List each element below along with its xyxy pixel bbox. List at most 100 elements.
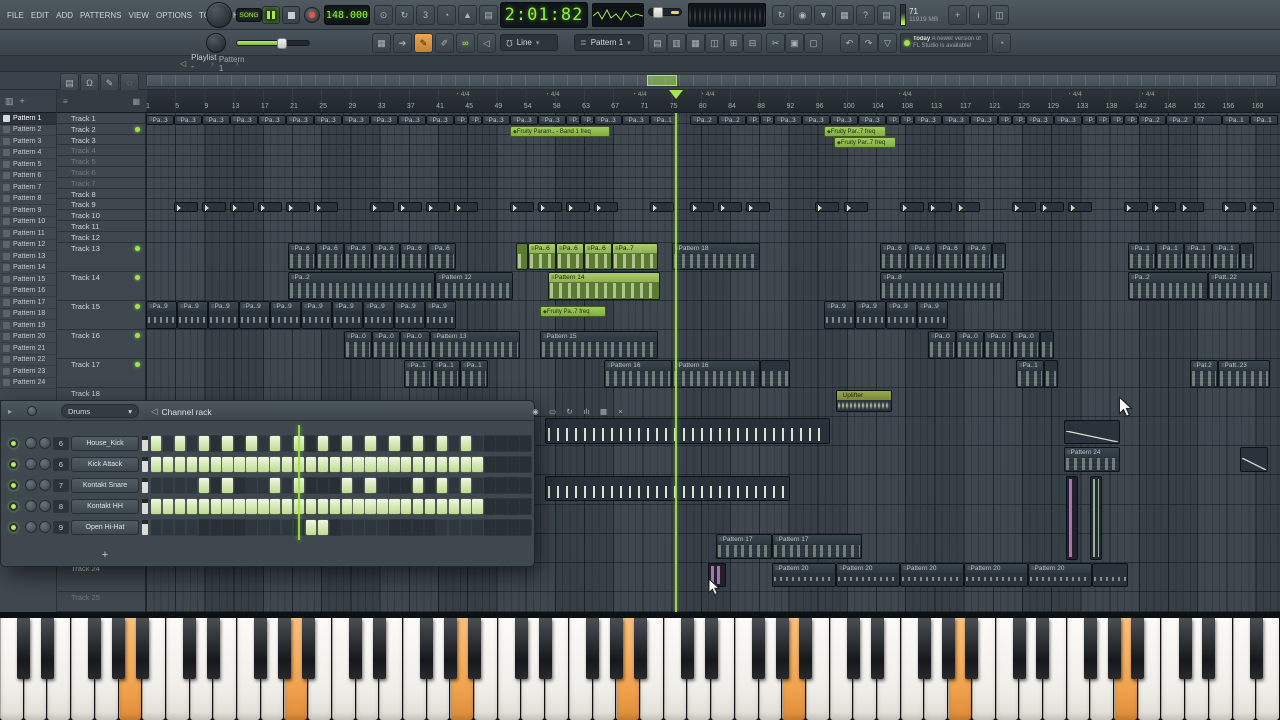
step-cell[interactable] <box>520 436 531 451</box>
playlist-clip[interactable]: Pa..1 <box>1222 115 1250 125</box>
piano-black-key[interactable] <box>467 618 481 679</box>
playlist-clip[interactable]: Pattern 15 <box>540 331 658 359</box>
tools-icon[interactable]: ▤ <box>877 5 896 25</box>
step-cell[interactable] <box>174 478 186 493</box>
playlist-clip[interactable]: Pattern 14 <box>548 272 660 300</box>
track-row[interactable]: Track 15 <box>57 301 145 330</box>
playlist-clip[interactable] <box>1040 331 1054 359</box>
piano-black-key[interactable] <box>538 618 552 679</box>
playhead-line[interactable] <box>675 113 677 612</box>
playlist-clip[interactable]: Pa..0 <box>372 331 400 359</box>
step-cell[interactable] <box>198 457 210 472</box>
pattern-item[interactable]: Pattern 7 <box>0 182 56 194</box>
playlist-clip[interactable]: Pattern 20 <box>964 563 1028 587</box>
step-cell[interactable] <box>377 436 388 451</box>
playlist-clip[interactable]: P.1 <box>1096 115 1110 125</box>
undo-icon[interactable]: ↶ <box>840 33 859 53</box>
step-cell[interactable] <box>401 499 412 514</box>
step-cell[interactable] <box>472 520 483 535</box>
playlist-clip[interactable]: Pa..3 <box>1026 115 1054 125</box>
channel-button[interactable]: Kontakt HH <box>71 499 139 514</box>
playlist-clip[interactable] <box>1250 202 1274 212</box>
channel-button[interactable]: House_Kick <box>71 436 139 451</box>
playlist-clip[interactable]: Pa..3 <box>970 115 998 125</box>
playlist-clip[interactable]: Pa..3 <box>174 115 202 125</box>
close-icon[interactable]: × <box>613 404 628 418</box>
playlist-clip[interactable]: Pa..1 <box>460 360 488 388</box>
step-cell[interactable] <box>365 499 376 514</box>
playlist-clip[interactable]: Patt..22 <box>1208 272 1272 300</box>
step-cell[interactable] <box>174 520 186 535</box>
track-mute-led[interactable] <box>135 332 140 338</box>
playlist-clip[interactable]: P.1 <box>468 115 482 125</box>
playlist-clip[interactable]: Pa..6 <box>584 243 612 270</box>
channel-enable-led[interactable] <box>9 502 18 511</box>
playlist-clip[interactable]: Pa..3 <box>370 115 398 125</box>
step-cell[interactable] <box>210 478 221 493</box>
pattern-item[interactable]: Pattern 2 <box>0 125 56 136</box>
pattern-item[interactable]: Pattern 1 <box>0 113 56 125</box>
playlist-clip[interactable] <box>1012 202 1036 212</box>
playlist-clip[interactable]: Pa..3 <box>146 115 174 125</box>
step-cell[interactable] <box>401 436 412 451</box>
step-cell[interactable] <box>365 520 376 535</box>
step-cell[interactable] <box>281 499 293 514</box>
piano-black-key[interactable] <box>965 618 979 679</box>
playlist-clip[interactable] <box>1152 202 1176 212</box>
link-icon[interactable]: ∞ <box>456 33 475 53</box>
channel-pan-knob[interactable] <box>25 437 37 449</box>
step-edit-icon[interactable]: ▤ <box>479 5 498 25</box>
playlist-clip[interactable]: Pa..3 <box>482 115 510 125</box>
step-cell[interactable] <box>484 478 495 493</box>
playlist-clip[interactable]: Pa..3 <box>230 115 258 125</box>
playlist-clip[interactable]: Pa..6 <box>556 243 584 270</box>
menu-file[interactable]: FILE <box>4 9 27 22</box>
song-mode-toggle[interactable]: SONG <box>236 8 262 22</box>
playlist-clip[interactable]: Pa..1 <box>1212 243 1240 270</box>
step-cell[interactable] <box>508 478 519 493</box>
playlist-clip[interactable]: Pattern 20 <box>1028 563 1092 587</box>
playlist-clip[interactable]: Pa..1 <box>1128 243 1156 270</box>
step-cell[interactable] <box>305 436 317 451</box>
playlist-clip[interactable]: Pattern 17 <box>772 534 862 559</box>
piano-black-key[interactable] <box>870 618 884 679</box>
pattern-item[interactable]: Pattern 24 <box>0 378 56 389</box>
keyboard-preview-icon[interactable]: ▦ <box>132 97 140 106</box>
piano-black-key[interactable] <box>633 618 647 679</box>
playlist-clip[interactable] <box>1240 243 1254 270</box>
step-cell[interactable] <box>281 436 293 451</box>
playlist-clip[interactable]: Pa..0 <box>1012 331 1040 359</box>
channel-enable-led[interactable] <box>9 439 18 448</box>
piano-black-key[interactable] <box>135 618 149 679</box>
playlist-clip[interactable]: Pa..9 <box>301 301 332 329</box>
step-cell[interactable] <box>258 457 269 472</box>
channel-enable-led[interactable] <box>9 523 18 532</box>
step-cell[interactable] <box>496 436 507 451</box>
playlist-clip[interactable]: Pa..9 <box>394 301 425 329</box>
step-cell[interactable] <box>186 499 198 514</box>
step-cell[interactable] <box>222 499 233 514</box>
playlist-clip[interactable]: Pa..3 <box>858 115 886 125</box>
step-cell[interactable] <box>389 478 400 493</box>
step-cell[interactable] <box>270 478 281 493</box>
playlist-clip[interactable]: Pa..9 <box>239 301 270 329</box>
channel-volume-knob[interactable] <box>39 437 51 449</box>
typing-keyboard-icon[interactable]: ▦ <box>835 5 854 25</box>
timeline-ruler[interactable]: 1 5 9 13 17 21 25 29 33 37 41 45 49 54 58 63 67 71 75 80 84 8… <box>146 90 1280 113</box>
playlist-clip[interactable]: Pa..1 <box>1016 360 1044 388</box>
playlist-clip[interactable]: Pa..9 <box>146 301 177 329</box>
step-cell[interactable] <box>460 436 471 451</box>
playlist-clip[interactable]: Pa..9 <box>208 301 239 329</box>
playlist-clip[interactable]: Pa..2 <box>1138 115 1166 125</box>
step-cell[interactable] <box>234 499 245 514</box>
piano-black-key[interactable] <box>1107 618 1121 679</box>
track-row[interactable]: Track 3 <box>57 135 145 146</box>
playlist-icon[interactable]: ▤ <box>648 33 667 53</box>
playlist-clip[interactable]: Pa..3 <box>774 115 802 125</box>
step-cell[interactable] <box>448 436 460 451</box>
step-cell[interactable] <box>162 457 174 472</box>
track-mute-led[interactable] <box>135 126 140 132</box>
playlist-clip[interactable] <box>900 202 924 212</box>
step-cell[interactable] <box>258 520 269 535</box>
timesig-marker[interactable]: 4/4 <box>1140 91 1155 98</box>
